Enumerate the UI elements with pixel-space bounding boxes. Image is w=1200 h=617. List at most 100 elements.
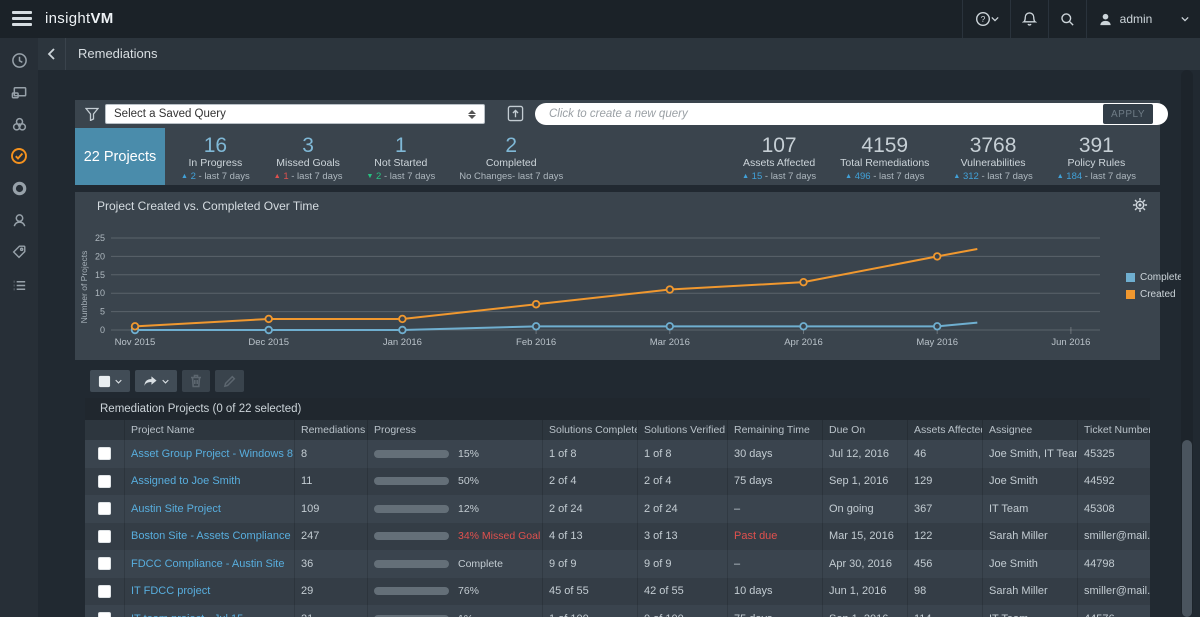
help-button[interactable]: ? <box>962 0 1010 38</box>
row-checkbox[interactable] <box>98 612 111 617</box>
solutions-completed-cell: 2 of 24 <box>543 495 638 523</box>
share-button[interactable] <box>135 370 177 392</box>
column-header-solutions-completed[interactable]: Solutions Completed <box>543 420 638 440</box>
saved-query-select[interactable]: Select a Saved Query <box>105 104 485 124</box>
project-name-link[interactable]: IT FDCC project <box>131 585 210 597</box>
completed-swatch <box>1126 273 1135 282</box>
table-row[interactable]: FDCC Compliance - Austin Site36Complete9… <box>85 550 1150 578</box>
row-checkbox[interactable] <box>98 447 111 460</box>
help-icon: ? <box>975 11 991 27</box>
stat-policy-rules: 391Policy Rules▲ 184 - last 7 days <box>1045 128 1148 185</box>
sidebar-item-history[interactable] <box>0 46 38 74</box>
new-query-input[interactable] <box>535 103 1168 125</box>
select-all-button[interactable] <box>90 370 130 392</box>
row-checkbox[interactable] <box>98 585 111 598</box>
project-name-link[interactable]: Austin Site Project <box>131 503 221 515</box>
column-header-progress[interactable]: Progress <box>368 420 543 440</box>
svg-text:Number of Projects: Number of Projects <box>79 251 89 324</box>
arrow-up-icon: ▲ <box>1057 173 1064 180</box>
progress-label: 12% <box>458 503 479 515</box>
solutions-verified-cell: 1 of 8 <box>638 440 728 468</box>
notifications-button[interactable] <box>1010 0 1048 38</box>
progress-label: 1% <box>458 613 473 617</box>
table-title: Remediation Projects (0 of 22 selected) <box>85 398 1150 420</box>
svg-text:25: 25 <box>95 233 105 243</box>
stat-completed: 2CompletedNo Changes- last 7 days <box>447 128 575 185</box>
search-button[interactable] <box>1048 0 1086 38</box>
due-on-cell: Sep 1, 2016 <box>823 605 908 617</box>
solutions-verified-cell: 3 of 13 <box>638 523 728 551</box>
project-name-link[interactable]: IT team project - Jul 15 <box>131 613 243 617</box>
stat-delta-value: 1 <box>283 171 288 182</box>
back-button[interactable] <box>38 38 66 70</box>
apply-button[interactable]: APPLY <box>1103 104 1153 124</box>
remaining-time-cell: 75 days <box>728 468 823 496</box>
column-header-remediations[interactable]: Remediations <box>295 420 368 440</box>
progress-bar <box>374 477 449 485</box>
column-header-solutions-verified[interactable]: Solutions Verified <box>638 420 728 440</box>
delete-button[interactable] <box>182 370 210 392</box>
project-name-link[interactable]: FDCC Compliance - Austin Site <box>131 558 284 570</box>
row-checkbox[interactable] <box>98 502 111 515</box>
sidebar-item-vulnerabilities[interactable] <box>0 110 38 138</box>
project-name-link[interactable]: Assigned to Joe Smith <box>131 475 240 487</box>
app-logo[interactable]: insightVM <box>45 10 114 27</box>
user-menu[interactable]: admin <box>1086 0 1200 38</box>
insightvm-app: insightVM ? admin Remediations <box>0 0 1200 617</box>
sidebar-item-reports[interactable] <box>0 271 38 299</box>
menu-icon[interactable] <box>12 11 32 27</box>
column-header-ticket-number[interactable]: Ticket Number <box>1078 420 1150 440</box>
table-row[interactable]: Austin Site Project10912%2 of 242 of 24–… <box>85 495 1150 523</box>
progress-cell: 50% <box>368 468 543 496</box>
stat-delta-value: 496 <box>855 171 871 182</box>
table-row[interactable]: IT team project - Jul 15211%1 of 1000 of… <box>85 605 1150 617</box>
sidebar-item-policies[interactable] <box>0 174 38 202</box>
remediations-cell: 247 <box>295 523 368 551</box>
project-name-link[interactable]: Boston Site - Assets Compliance <box>131 530 291 542</box>
ticket-number-cell: 44592 <box>1078 468 1150 496</box>
column-header-assets-affected[interactable]: Assets Affected <box>908 420 983 440</box>
column-header-due-on[interactable]: Due On <box>823 420 908 440</box>
stat-assets-affected: 107Assets Affected▲ 15 - last 7 days <box>730 128 828 185</box>
assets-affected-cell: 98 <box>908 578 983 606</box>
table-row[interactable]: Assigned to Joe Smith1150%2 of 42 of 475… <box>85 468 1150 496</box>
sidebar-item-tags[interactable] <box>0 238 38 266</box>
filter-icon <box>85 107 99 121</box>
assets-affected-cell: 46 <box>908 440 983 468</box>
stat-delta-suffix: - last 7 days <box>765 171 816 182</box>
ticket-number-cell: 44798 <box>1078 550 1150 578</box>
progress-label: 50% <box>458 475 479 487</box>
stat-delta: No Changes- last 7 days <box>459 171 563 182</box>
devices-icon <box>11 84 28 101</box>
progress-cell: 12% <box>368 495 543 523</box>
check-circle-icon <box>10 147 28 165</box>
donut-icon <box>11 180 28 197</box>
gear-icon[interactable] <box>1132 197 1148 213</box>
row-checkbox[interactable] <box>98 530 111 543</box>
solutions-completed-cell: 2 of 4 <box>543 468 638 496</box>
assets-affected-cell: 456 <box>908 550 983 578</box>
edit-button[interactable] <box>215 370 244 392</box>
table-row[interactable]: Boston Site - Assets Compliance24734% Mi… <box>85 523 1150 551</box>
legend-label: Created <box>1140 289 1176 300</box>
stat-delta-value: 312 <box>963 171 979 182</box>
column-header-project-name[interactable]: Project Name <box>125 420 295 440</box>
sidebar-item-assets[interactable] <box>0 78 38 106</box>
saved-query-value: Select a Saved Query <box>114 108 226 120</box>
project-name-link[interactable]: Asset Group Project - Windows 8 <box>131 448 293 460</box>
remediation-projects-table: Remediation Projects (0 of 22 selected) … <box>85 398 1150 617</box>
sidebar-item-goals[interactable] <box>0 206 38 234</box>
progress-bar <box>374 532 449 540</box>
sidebar-item-remediations[interactable] <box>0 142 38 170</box>
projects-count-badge[interactable]: 22 Projects <box>75 128 165 185</box>
save-query-icon[interactable] <box>507 105 524 122</box>
column-header-assignee[interactable]: Assignee <box>983 420 1078 440</box>
table-row[interactable]: Asset Group Project - Windows 8815%1 of … <box>85 440 1150 468</box>
scrollbar-thumb[interactable] <box>1182 440 1192 617</box>
column-header-remaining-time[interactable]: Remaining Time <box>728 420 823 440</box>
table-row[interactable]: IT FDCC project2976%45 of 5542 of 5510 d… <box>85 578 1150 606</box>
row-checkbox[interactable] <box>98 557 111 570</box>
progress-label: 15% <box>458 448 479 460</box>
row-checkbox[interactable] <box>98 475 111 488</box>
solutions-completed-cell: 1 of 100 <box>543 605 638 617</box>
